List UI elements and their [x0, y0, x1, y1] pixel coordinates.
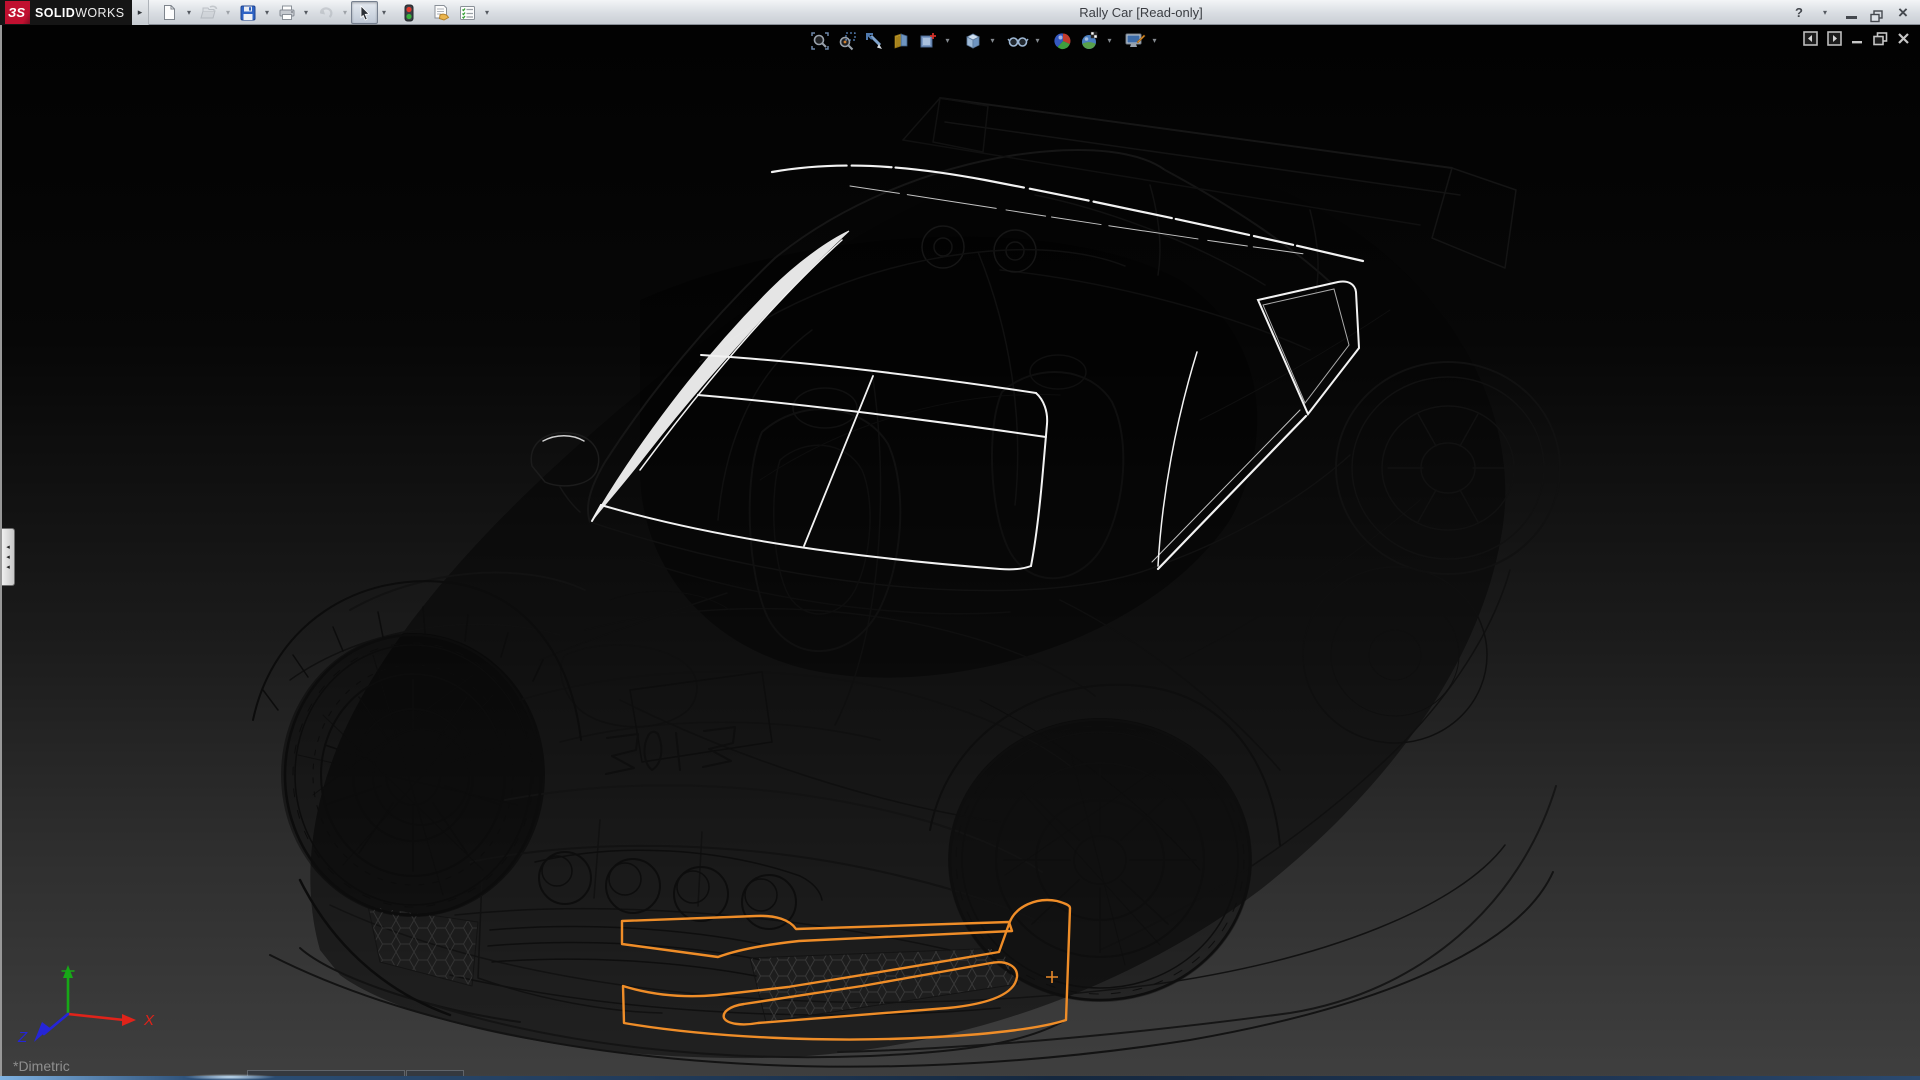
zoom-to-fit-button[interactable] — [806, 27, 833, 54]
file-properties-icon — [432, 4, 450, 21]
previous-view-icon — [864, 31, 884, 51]
collapse-right-button[interactable] — [1827, 31, 1842, 46]
hide-show-items-dropdown[interactable]: ▾ — [1031, 36, 1044, 45]
taskbar-edge — [0, 1076, 1920, 1080]
solidworks-logo[interactable]: ЗS SOLID WORKS — [0, 0, 132, 25]
apply-scene-dropdown[interactable]: ▾ — [1103, 36, 1116, 45]
apply-scene-button[interactable] — [1076, 27, 1103, 54]
print-dropdown[interactable]: ▾ — [300, 2, 312, 23]
collapse-right-icon — [1827, 31, 1842, 46]
solidworks-logo-text-bold: SOLID — [35, 6, 75, 20]
undo-button[interactable] — [312, 1, 339, 24]
taskbar-sliver — [0, 1069, 1920, 1080]
main-toolbar: ▾ ▾ ▾ ▾ — [156, 1, 493, 24]
undo-icon — [317, 5, 335, 21]
view-orientation-icon — [963, 31, 983, 51]
restore-button[interactable] — [1868, 2, 1886, 23]
axis-x — [68, 1014, 124, 1020]
axis-z-label: Z — [17, 1029, 28, 1046]
collapse-left-icon — [1803, 31, 1818, 46]
open-dropdown[interactable]: ▾ — [222, 2, 234, 23]
collapse-arrow-icon: ◂ — [6, 564, 10, 571]
restore-icon — [1870, 10, 1884, 23]
axis-x-label: X — [143, 1012, 155, 1029]
axis-z — [44, 1014, 68, 1034]
solidworks-logo-text-light: WORKS — [75, 6, 124, 20]
zoom-to-fit-icon — [810, 31, 830, 51]
undo-dropdown[interactable]: ▾ — [339, 2, 351, 23]
doc-minimize-icon — [1851, 32, 1864, 45]
headsup-view-toolbar: ▾ ▾ ▾ — [806, 27, 1161, 54]
edit-appearance-button[interactable] — [1049, 27, 1076, 54]
save-dropdown[interactable]: ▾ — [261, 2, 273, 23]
edit-appearance-icon — [1053, 31, 1073, 51]
view-settings-button[interactable] — [1121, 27, 1148, 54]
apply-scene-icon — [1080, 31, 1100, 51]
view-orientation-dropdown[interactable]: ▾ — [986, 36, 999, 45]
print-icon — [278, 5, 296, 21]
new-document-button[interactable] — [156, 1, 183, 24]
dynamic-annotation-views-icon — [918, 31, 938, 51]
minimize-icon — [1846, 16, 1857, 19]
document-title: Rally Car [Read-only] — [1079, 0, 1203, 25]
help-button[interactable]: ? — [1790, 2, 1808, 23]
doc-close-button[interactable] — [1897, 32, 1910, 45]
graphics-area[interactable] — [0, 0, 1920, 1080]
options-dropdown[interactable]: ▾ — [481, 2, 493, 23]
options-icon — [459, 5, 476, 21]
view-orientation-button[interactable] — [959, 27, 986, 54]
section-view-icon — [891, 31, 911, 51]
document-window-controls — [1803, 31, 1910, 46]
help-dropdown[interactable]: ▾ — [1816, 2, 1834, 23]
view-settings-icon — [1124, 31, 1146, 51]
doc-close-icon — [1897, 32, 1910, 45]
minimize-button[interactable] — [1842, 2, 1860, 23]
options-button[interactable] — [454, 1, 481, 24]
taskbar-glow — [185, 1074, 275, 1080]
solidworks-logo-mark-icon: ЗS — [5, 1, 30, 24]
dynamic-annotation-views-dropdown[interactable]: ▾ — [941, 36, 954, 45]
doc-restore-button[interactable] — [1873, 32, 1888, 46]
axis-x-arrowhead — [122, 1014, 136, 1026]
menu-flyout-arrow[interactable]: ▸ — [132, 0, 149, 25]
open-icon — [200, 5, 218, 21]
collapse-left-button[interactable] — [1803, 31, 1818, 46]
select-cursor-icon — [358, 5, 372, 21]
select-dropdown[interactable]: ▾ — [378, 2, 390, 23]
dynamic-annotation-views-button[interactable] — [914, 27, 941, 54]
new-document-icon — [161, 4, 178, 21]
doc-minimize-button[interactable] — [1851, 32, 1864, 45]
close-button[interactable]: × — [1894, 2, 1912, 23]
rebuild-traffic-light-icon — [404, 4, 414, 22]
hide-show-items-button[interactable] — [1004, 27, 1031, 54]
feature-manager-collapsed-tab[interactable]: ◂ ◂ ◂ — [2, 528, 15, 586]
section-view-button[interactable] — [887, 27, 914, 54]
window-controls: ? ▾ × — [1790, 0, 1912, 25]
select-button[interactable] — [351, 1, 378, 24]
zoom-to-area-icon — [837, 31, 857, 51]
previous-view-button[interactable] — [860, 27, 887, 54]
collapse-arrow-icon: ◂ — [6, 554, 10, 561]
title-bar: ЗS SOLID WORKS ▸ ▾ ▾ — [0, 0, 1920, 25]
open-button[interactable] — [195, 1, 222, 24]
hide-show-items-icon — [1007, 31, 1029, 51]
rebuild-button[interactable] — [395, 1, 422, 24]
new-document-dropdown[interactable]: ▾ — [183, 2, 195, 23]
save-icon — [240, 5, 256, 21]
save-button[interactable] — [234, 1, 261, 24]
view-settings-dropdown[interactable]: ▾ — [1148, 36, 1161, 45]
print-button[interactable] — [273, 1, 300, 24]
collapse-arrow-icon: ◂ — [6, 544, 10, 551]
file-properties-button[interactable] — [427, 1, 454, 24]
zoom-to-area-button[interactable] — [833, 27, 860, 54]
doc-restore-icon — [1873, 32, 1888, 46]
